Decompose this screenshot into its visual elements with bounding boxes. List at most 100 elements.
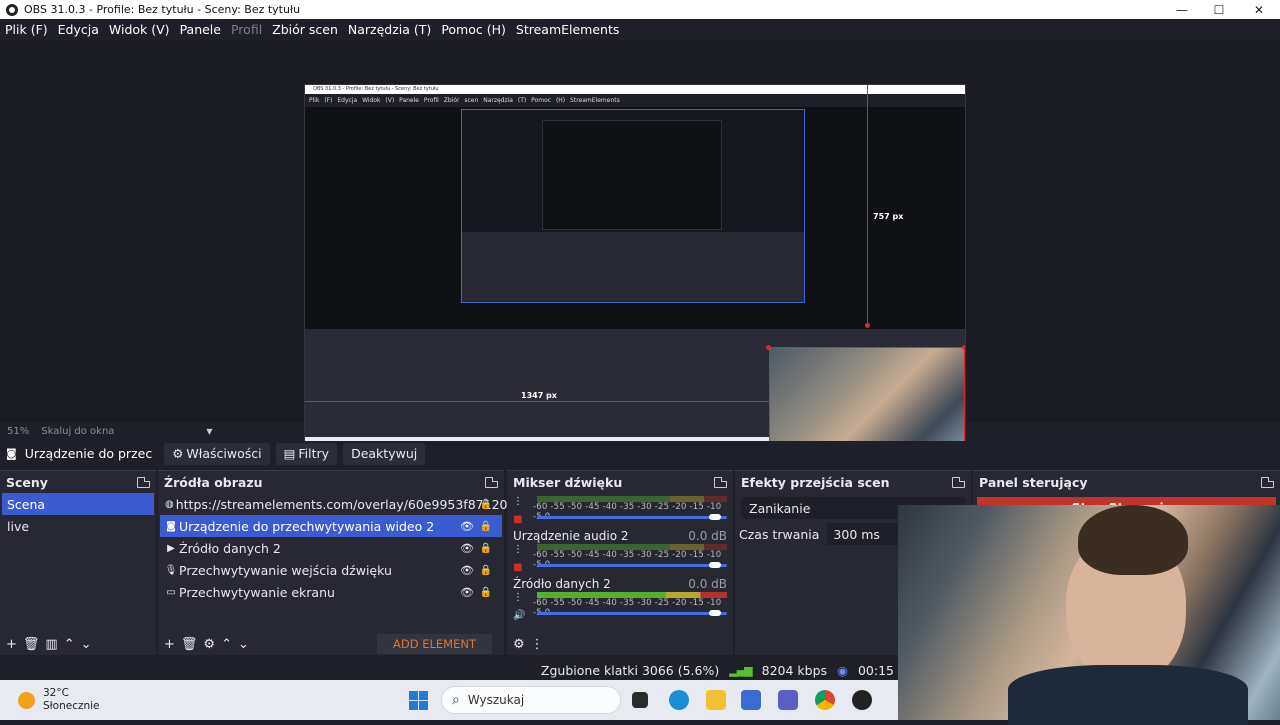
source-settings-button[interactable]: ⚙ [203,637,215,652]
more-options-icon[interactable]: ⋮ [513,496,523,507]
more-options-icon[interactable]: ⋮ [513,592,523,603]
undock-icon[interactable] [952,476,965,488]
scene-item[interactable]: Scena [2,493,154,515]
menu-scene-collection[interactable]: Zbiór scen [267,22,343,37]
undock-icon[interactable] [1261,476,1274,488]
minimize-button[interactable]: — [1163,0,1201,19]
filters-button[interactable]: ▤ Filtry [275,442,338,465]
move-up-button[interactable]: ⌃ [221,637,232,652]
menu-streamelements[interactable]: StreamElements [511,22,625,37]
move-down-button[interactable]: ⌄ [81,637,92,652]
gear-icon: ⚙ [172,446,184,461]
outlook-icon[interactable] [741,690,761,710]
obs-taskbar-icon[interactable] [852,690,872,710]
properties-button[interactable]: ⚙ Właściwości [164,442,270,465]
source-item[interactable]: ▶ Źródło danych 2 👁 🔒 [160,537,502,559]
weather-condition: Słonecznie [43,700,100,712]
preview-area: OBS 31.0.3 - Profile: Bez tytułu - Sceny… [0,40,1280,458]
source-label: Źródło danych 2 [179,540,281,556]
weather-widget[interactable]: 32°C Słonecznie [18,687,100,713]
monitor-icon: ▭ [166,586,176,598]
sources-list: ◍ https://streamelements.com/overlay/60e… [158,493,515,603]
nested-docks [462,232,804,302]
advanced-audio-icon[interactable]: ⚙ [513,637,525,652]
volume-slider[interactable] [537,513,727,521]
resize-handle[interactable] [865,323,870,328]
lock-icon[interactable]: 🔒 [480,543,492,554]
edge-browser-icon[interactable] [669,690,689,710]
lock-icon[interactable]: 🔒 [480,521,492,532]
add-element-button[interactable]: ADD ELEMENT [377,634,492,654]
muted-speaker-icon[interactable]: ■ [513,514,522,525]
mic-icon: 🎙 [164,564,178,576]
eye-icon[interactable]: 👁 [460,564,474,577]
undock-icon[interactable] [485,476,498,488]
scene-item[interactable]: live [2,515,154,537]
mixer-channel: ⋮ -60 -55 -50 -45 -40 -35 -30 -25 -20 -1… [507,496,733,525]
resize-handle[interactable] [766,345,771,350]
close-button[interactable]: ✕ [1240,0,1278,19]
channel-db: 0.0 dB [688,528,727,543]
chevron-down-icon[interactable]: ▼ [206,427,212,436]
menu-docks[interactable]: Panele [175,22,226,37]
task-view-icon[interactable] [632,692,648,708]
zoom-percent: 51% [7,425,30,437]
webcam-overlay [898,505,1280,725]
windows-start-icon[interactable] [409,691,428,710]
deactivate-button[interactable]: Deaktywuj [343,442,426,465]
add-source-button[interactable]: + [164,637,175,652]
width-guide-label: 1347 px [521,391,557,400]
selected-source: ◙ Urządzenie do przec [0,441,158,466]
resize-handle[interactable] [962,345,965,350]
lock-icon[interactable]: 🔒 [480,499,492,510]
maximize-button[interactable]: ☐ [1200,0,1238,19]
mixer-header: Mikser dźwięku [507,471,733,493]
eye-icon[interactable]: 👁 [460,520,474,533]
channel-db: 0.0 dB [688,576,727,591]
menu-profile[interactable]: Profil [226,22,267,37]
undock-icon[interactable] [714,476,727,488]
chrome-icon[interactable] [815,690,835,710]
filters-label: Filtry [298,446,330,461]
scene-filters-button[interactable]: ▥ [45,637,57,652]
menu-file[interactable]: Plik (F) [0,22,53,37]
volume-meter [537,544,727,550]
zoom-mode-dropdown[interactable]: Skaluj do okna [41,426,114,437]
add-scene-button[interactable]: + [6,637,17,652]
remove-source-button[interactable]: 🗑 [181,637,198,652]
volume-slider[interactable] [537,609,727,617]
person-shirt [1008,665,1248,725]
mixer-toolbar: ⚙ ⋮ [507,633,733,655]
source-item[interactable]: ◙ Urządzenie do przechwytywania wideo 2 … [160,515,502,537]
source-item[interactable]: 🎙 Przechwytywanie wejścia dźwięku 👁 🔒 [160,559,502,581]
eye-icon[interactable]: 👁 [460,586,474,599]
menu-edit[interactable]: Edycja [53,22,104,37]
menu-help[interactable]: Pomoc (H) [436,22,511,37]
lock-icon[interactable]: 🔒 [480,587,492,598]
source-item[interactable]: ◍ https://streamelements.com/overlay/60e… [160,493,515,515]
move-up-button[interactable]: ⌃ [64,637,75,652]
undock-icon[interactable] [137,476,150,488]
teams-icon[interactable] [778,690,798,710]
source-label: Przechwytywanie ekranu [179,584,335,600]
volume-meter [537,496,727,502]
window-title: OBS 31.0.3 - Profile: Bez tytułu - Sceny… [24,3,301,16]
taskbar-search[interactable]: ⌕ Wyszukaj [441,686,621,714]
preview-canvas[interactable]: OBS 31.0.3 - Profile: Bez tytułu - Sceny… [304,84,966,458]
more-options-icon[interactable]: ⋮ [513,544,523,555]
source-item[interactable]: ▭ Przechwytywanie ekranu 👁 🔒 [160,581,502,603]
remove-scene-button[interactable]: 🗑 [23,637,40,652]
volume-slider[interactable] [537,561,727,569]
mixer-channel: Źródło danych 2 0.0 dB ⋮ -60 -55 -50 -45 … [507,575,733,621]
speaker-icon[interactable]: 🔊 [513,610,525,621]
file-explorer-icon[interactable] [706,690,726,710]
mixer-menu-icon[interactable]: ⋮ [531,637,544,652]
lock-icon[interactable]: 🔒 [480,565,492,576]
obs-logo-icon [6,3,18,16]
muted-speaker-icon[interactable]: ■ [513,562,522,573]
eye-icon[interactable]: 👁 [460,542,474,555]
duration-label: Czas trwania [739,526,820,542]
move-down-button[interactable]: ⌄ [238,637,249,652]
menu-tools[interactable]: Narzędzia (T) [343,22,436,37]
menu-view[interactable]: Widok (V) [104,22,175,37]
